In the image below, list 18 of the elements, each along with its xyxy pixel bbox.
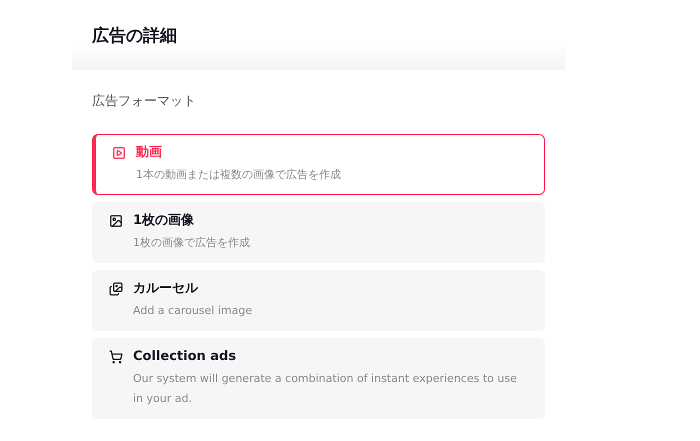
format-option[interactable]: 1枚の画像 1枚の画像で広告を作成 (92, 202, 545, 263)
format-option[interactable]: Collection ads Our system will generate a combination of instant experiences to use in your ad. (92, 338, 545, 419)
video-icon (112, 146, 126, 160)
format-title: Collection ads (133, 348, 238, 366)
format-description: 1枚の画像で広告を作成 (133, 235, 251, 251)
format-description: 1本の動画または複数の画像で広告を作成 (136, 167, 342, 183)
section-label: 広告フォーマット (92, 93, 197, 110)
format-description: Our system will generate a combination of instant experiences to use in your ad. (133, 371, 518, 407)
format-title: 動画 (136, 144, 163, 162)
format-option[interactable]: 動画 1本の動画または複数の画像で広告を作成 (92, 134, 545, 195)
format-title: 1枚の画像 (133, 212, 196, 230)
cart-icon (109, 350, 123, 364)
format-option[interactable]: カルーセル Add a carousel image (92, 270, 545, 331)
images-icon (109, 282, 123, 296)
image-icon (109, 214, 123, 228)
panel-title: 広告の詳細 (92, 24, 177, 46)
format-description: Add a carousel image (133, 303, 254, 319)
format-title: カルーセル (133, 280, 200, 298)
